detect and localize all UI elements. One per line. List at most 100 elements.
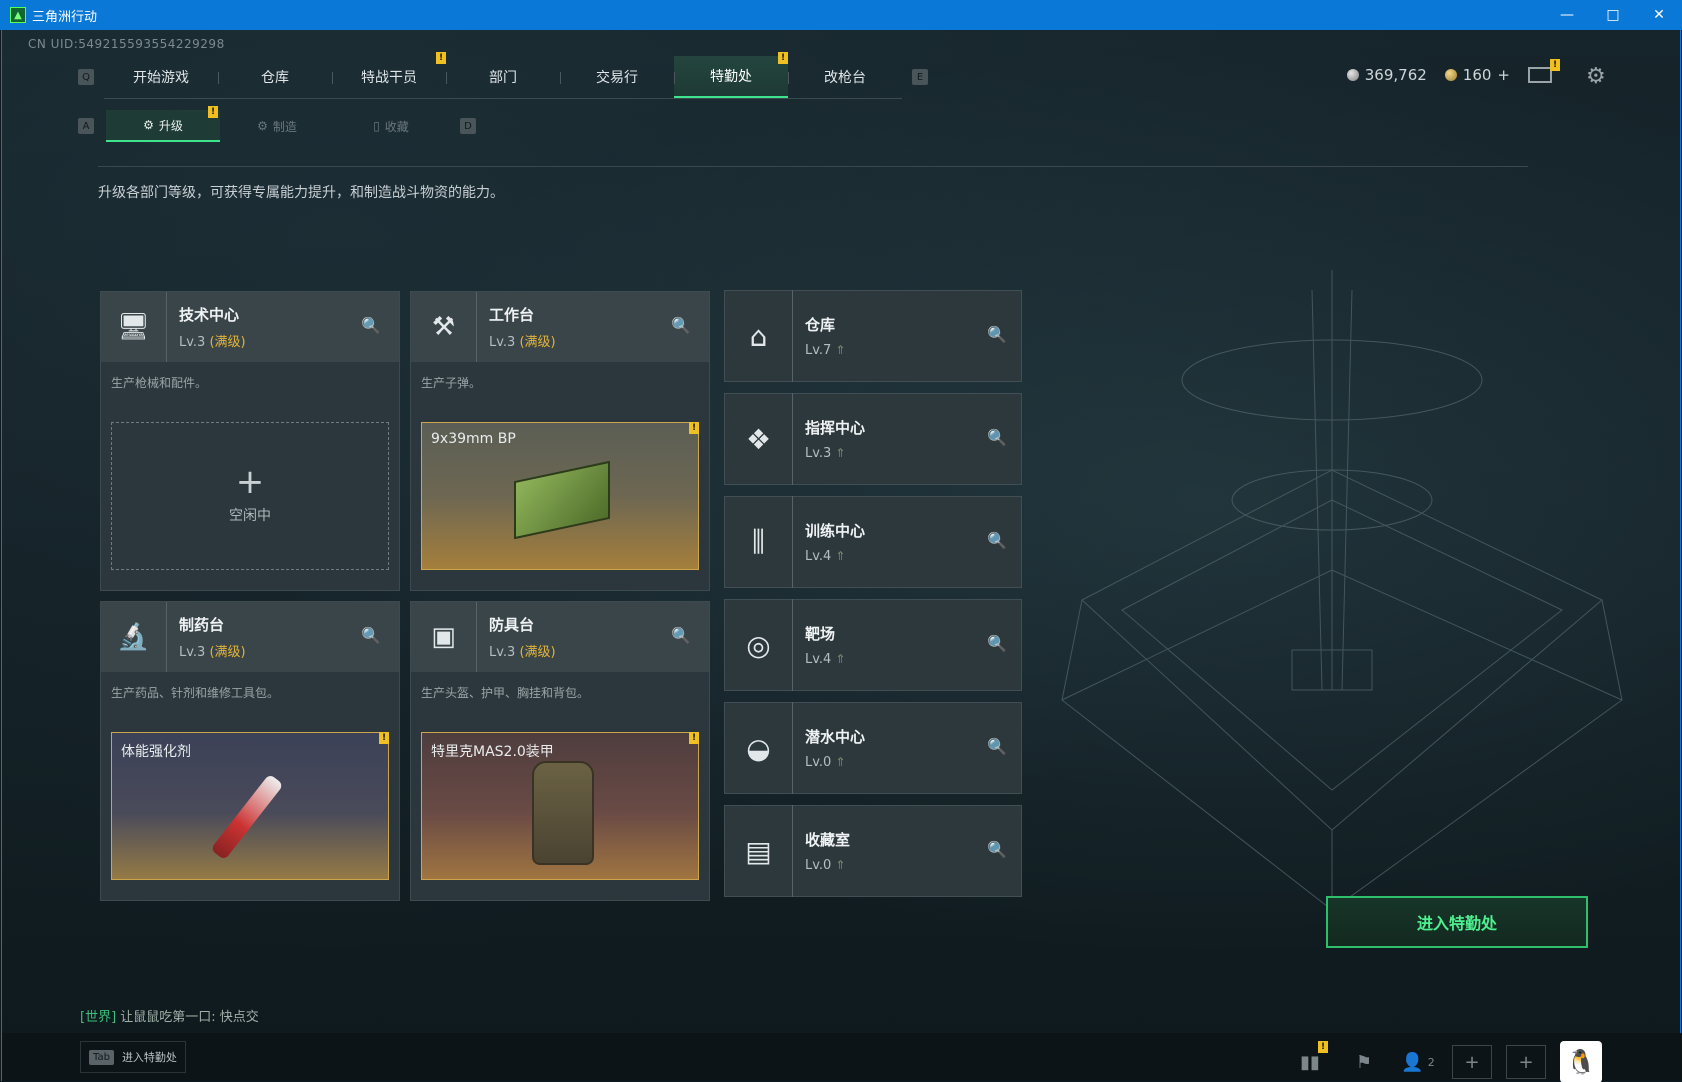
facility-row[interactable]: ⌂ 仓库 Lv.7 ⇑ 🔍 [724,290,1022,382]
tab-key: Tab [89,1049,114,1065]
tab-label: 开始游戏 [133,69,189,86]
tab-2[interactable]: 特战干员! [332,51,446,98]
chat-channel: [世界] [80,1010,117,1025]
facility-row[interactable]: ❖ 指挥中心 Lv.3 ⇑ 🔍 [724,393,1022,485]
gear-icon[interactable]: ⚙ [1586,66,1608,88]
silver-amount: 369,762 [1364,66,1427,84]
tab-label: 交易行 [596,69,638,86]
close-button[interactable]: ✕ [1636,0,1682,30]
subtab-label: 制造 [272,119,297,134]
tab-5[interactable]: 特勤处! [674,51,788,98]
tab-shortcut-label: 进入特勤处 [121,1051,177,1064]
add-squad-slot-2[interactable]: + [1506,1045,1546,1079]
facility-level: Lv.0 [805,858,832,873]
gold-add-button[interactable]: + [1497,66,1510,84]
search-icon[interactable]: 🔍 [987,531,1007,550]
upgrade-icon: ⚙ [143,118,154,132]
diving-mask-icon: ◒ [725,702,793,794]
maximize-button[interactable]: □ [1590,0,1636,30]
injector-icon [210,773,284,861]
tab-4[interactable]: 交易行 [560,56,674,98]
workshop-name: 制药台 [179,616,225,634]
mail-icon[interactable]: ! [1528,59,1560,83]
facility-level: Lv.0 [805,755,832,770]
workshop-max-tag: (满级) [519,335,556,350]
add-squad-slot-1[interactable]: + [1452,1045,1492,1079]
facility-row[interactable]: ◒ 潜水中心 Lv.0 ⇑ 🔍 [724,702,1022,794]
item-name: 特里克MAS2.0装甲 [431,744,554,760]
enter-special-ops-button[interactable]: 进入特勤处 [1326,896,1588,948]
search-icon[interactable]: 🔍 [671,316,691,336]
dumbbell-icon: ⫼ [725,496,793,588]
workshop-name: 工作台 [489,306,535,324]
ammo-box-icon [514,460,610,540]
monitor-icon: 🖥 [101,292,167,362]
slot-badge: ! [379,732,389,744]
facility-row[interactable]: ⫼ 训练中心 Lv.4 ⇑ 🔍 [724,496,1022,588]
tab-3[interactable]: 部门 [446,56,560,98]
workshop-max-tag: (满级) [209,645,246,660]
search-icon[interactable]: 🔍 [361,626,381,646]
sub-nav: A ⚙ 升级! ⚙ 制造 ▯ 收藏 D [78,106,476,142]
facility-row[interactable]: ▤ 收藏室 Lv.0 ⇑ 🔍 [724,805,1022,897]
item-name: 体能强化剂 [121,744,191,760]
tab-6[interactable]: 改枪台 [788,56,902,98]
production-slot[interactable]: 9x39mm BP! [421,422,699,570]
subtab-label: 升级 [158,118,183,133]
upgrade-arrow-icon: ⇑ [835,858,846,872]
workshop-name: 防具台 [489,616,535,634]
production-slot[interactable]: 特里克MAS2.0装甲! [421,732,699,880]
search-icon[interactable]: 🔍 [987,634,1007,653]
facility-level: Lv.7 [805,343,832,358]
silver-currency: 369,762 [1346,66,1427,84]
subnav-prev-key[interactable]: A [78,118,94,134]
nav-prev-key[interactable]: Q [78,69,94,85]
facility-row[interactable]: ◎ 靶场 Lv.4 ⇑ 🔍 [724,599,1022,691]
slot-badge: ! [689,422,699,434]
tab-shortcut-hint[interactable]: Tab 进入特勤处 [80,1041,186,1073]
friends-icon[interactable]: 👤 2 [1398,1045,1438,1079]
slot-badge: ! [689,732,699,744]
subtab-2[interactable]: ▯ 收藏 [334,110,448,142]
upgrade-arrow-icon: ⇑ [835,652,846,666]
search-icon[interactable]: 🔍 [987,325,1007,344]
item-name: 9x39mm BP [431,431,516,447]
upgrade-arrow-icon: ⇑ [835,343,846,357]
search-icon[interactable]: 🔍 [987,737,1007,756]
subtab-1[interactable]: ⚙ 制造 [220,110,334,142]
minimize-button[interactable]: — [1544,0,1590,30]
sub-nav-tabs: ⚙ 升级! ⚙ 制造 ▯ 收藏 [106,106,448,142]
search-icon[interactable]: 🔍 [361,316,381,336]
chat-line[interactable]: [世界] 让鼠鼠吃第一口: 快点交 [80,1006,259,1025]
app-logo-icon: ▲ [10,7,26,23]
avatar[interactable]: 🐧 [1560,1041,1602,1082]
tab-label: 特勤处 [710,68,752,85]
facility-name: 训练中心 [805,522,866,540]
stats-icon[interactable]: ▮▮! [1290,1041,1330,1079]
idle-slot[interactable]: + 空闲中 [111,422,389,570]
workshop-card[interactable]: 🔬 制药台 Lv.3 (满级) 🔍 生产药品、针剂和维修工具包。 体能强化剂! [100,601,400,901]
subnav-next-key[interactable]: D [460,118,476,134]
subtab-0[interactable]: ⚙ 升级! [106,106,220,142]
workshop-card[interactable]: ▣ 防具台 Lv.3 (满级) 🔍 生产头盔、护甲、胸挂和背包。 特里克MAS2… [410,601,710,901]
tab-label: 特战干员 [361,69,417,86]
search-icon[interactable]: 🔍 [671,626,691,646]
gold-currency[interactable]: 160 + [1444,66,1510,84]
page-description: 升级各部门等级，可获得专属能力提升，和制造战斗物资的能力。 [98,185,504,201]
workshop-header: 🔬 制药台 Lv.3 (满级) 🔍 [101,602,399,672]
workshop-card[interactable]: ⚒ 工作台 Lv.3 (满级) 🔍 生产子弹。 9x39mm BP! [410,291,710,591]
search-icon[interactable]: 🔍 [987,840,1007,859]
tab-1[interactable]: 仓库 [218,56,332,98]
production-slot[interactable]: 体能强化剂! [111,732,389,880]
nav-next-key[interactable]: E [912,69,928,85]
gold-coin-icon [1444,69,1457,81]
flag-icon[interactable]: ⚑ [1344,1045,1384,1079]
friends-count: 2 [1427,1055,1435,1069]
top-nav-tabs: 开始游戏 仓库 特战干员! 部门 交易行 特勤处! 改枪台 [104,51,902,99]
bottom-icons: ▮▮! ⚑ 👤 2 + + 🐧 [1290,1041,1602,1082]
tab-0[interactable]: 开始游戏 [104,56,218,98]
workshop-card[interactable]: 🖥 技术中心 Lv.3 (满级) 🔍 生产枪械和配件。 + 空闲中 [100,291,400,591]
facility-name: 靶场 [805,625,836,643]
search-icon[interactable]: 🔍 [987,428,1007,447]
silver-coin-icon [1346,69,1359,81]
